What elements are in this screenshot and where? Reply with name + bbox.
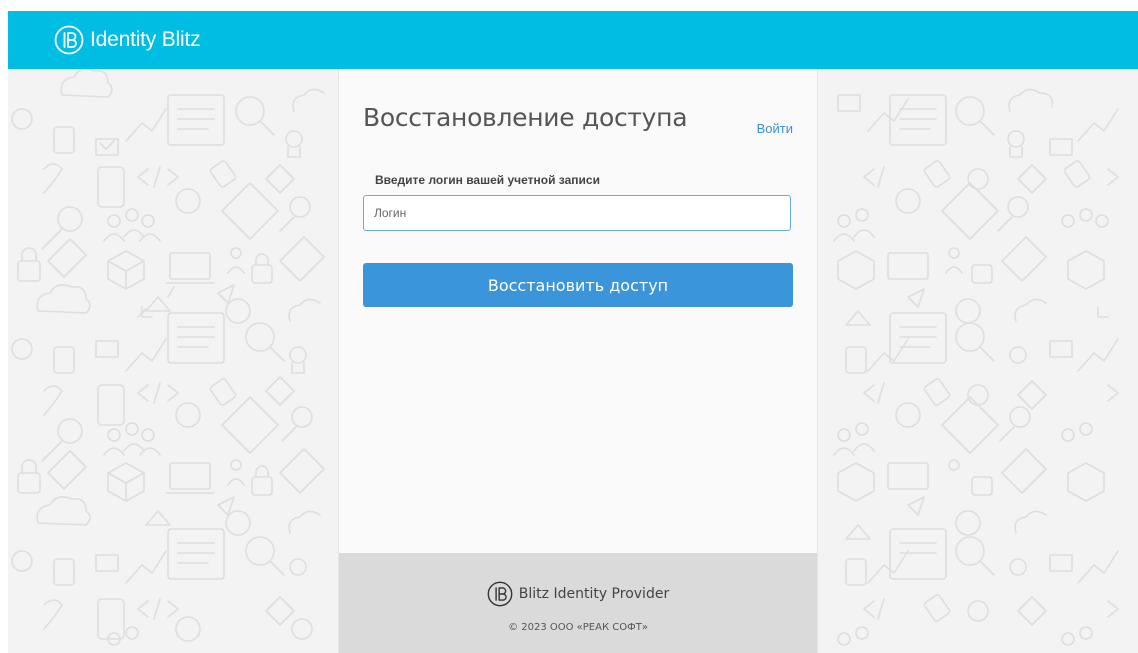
footer-brand: Blitz Identity Provider	[339, 579, 817, 609]
login-link[interactable]: Войти	[757, 121, 793, 136]
page: Identity Blitz Восстановление доступа Во…	[8, 11, 1138, 653]
restore-access-button[interactable]: Восстановить доступ	[363, 263, 793, 307]
identity-blitz-logo-icon	[54, 25, 84, 55]
footer-product-name: Blitz Identity Provider	[518, 586, 670, 602]
panel-footer: Blitz Identity Provider © 2023 ООО «РЕАК…	[339, 553, 817, 653]
recovery-panel: Восстановление доступа Войти Введите лог…	[338, 69, 818, 653]
copyright-text: © 2023 ООО «РЕАК СОФТ»	[508, 622, 648, 633]
page-title: Восстановление доступа	[363, 103, 688, 132]
brand-logo-link[interactable]: Identity Blitz	[54, 23, 201, 57]
login-field-label: Введите логин вашей учетной записи	[375, 173, 600, 187]
login-input[interactable]	[363, 195, 791, 231]
blitz-identity-provider-logo-icon	[487, 581, 513, 607]
brand-name: Identity Blitz	[90, 28, 201, 51]
top-header-bar: Identity Blitz	[8, 11, 1138, 69]
